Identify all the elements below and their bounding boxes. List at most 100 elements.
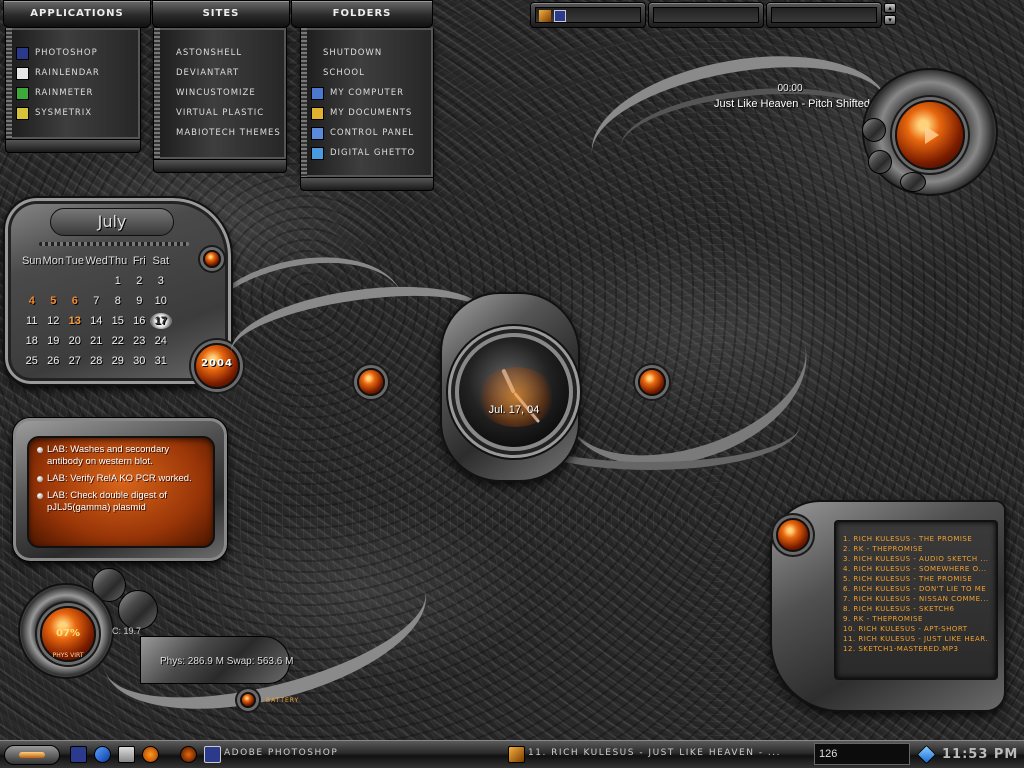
calendar-day[interactable]: 29 (107, 353, 129, 369)
playlist-item[interactable]: 12. Sketch1-mastered.mp3 (843, 644, 989, 654)
playlist-item[interactable]: 2. RK - ThePromise (843, 544, 989, 554)
calendar-day[interactable]: 22 (107, 333, 129, 349)
menu-item-mabiotech-themes[interactable]: Mabiotech Themes (160, 123, 282, 143)
internet-explorer-icon[interactable] (94, 746, 111, 763)
calendar-day[interactable]: 15 (107, 313, 129, 329)
winamp-icon[interactable] (180, 746, 197, 763)
network-tray-icon[interactable] (916, 744, 937, 765)
menu-footer (153, 159, 287, 173)
menu-item-sysmetrix[interactable]: Sysmetrix (12, 103, 136, 123)
photoshop-task-icon[interactable] (204, 746, 221, 763)
calendar-weekday: Sun (21, 255, 42, 267)
computer-icon[interactable] (118, 746, 135, 763)
calendar-day[interactable]: 23 (129, 333, 151, 349)
menu-item-virtual-plastic[interactable]: Virtual Plastic (160, 103, 282, 123)
task-slot-2[interactable] (648, 2, 764, 28)
taskbar-input[interactable] (814, 743, 910, 765)
calendar-day[interactable]: 10 (150, 293, 172, 309)
menu-item-rainmeter[interactable]: Rainmeter (12, 83, 136, 103)
calendar-day[interactable]: 11 (21, 313, 43, 329)
playlist-item[interactable]: 5. Rich Kulesus - The Promise (843, 574, 989, 584)
calendar-day[interactable]: 7 (86, 293, 108, 309)
active-window-title[interactable]: Adobe Photoshop (224, 748, 338, 758)
menu-item-label: My Computer (330, 88, 405, 98)
menu-item-digital-ghetto[interactable]: Digital Ghetto (307, 143, 429, 163)
now-playing-icon (508, 746, 525, 763)
player-next-button[interactable] (900, 172, 926, 192)
calendar-day[interactable]: 8 (107, 293, 129, 309)
restore-all-button[interactable]: ▾ (884, 15, 896, 25)
calendar-day[interactable]: 12 (43, 313, 65, 329)
calendar-day[interactable]: 24 (150, 333, 172, 349)
calendar-day[interactable]: 19 (43, 333, 65, 349)
player-stop-button[interactable] (868, 150, 892, 174)
calendar-empty-cell (21, 273, 43, 289)
calendar-day[interactable]: 28 (86, 353, 108, 369)
task-slot-inner (653, 7, 759, 23)
calendar-day[interactable]: 26 (43, 353, 65, 369)
playlist-orb[interactable] (776, 518, 810, 552)
task-slot-3[interactable] (766, 2, 882, 28)
menu-tab-folders[interactable]: Folders (291, 0, 433, 28)
task-slot-1[interactable] (530, 2, 646, 28)
start-button[interactable] (4, 745, 60, 765)
calendar-day[interactable]: 9 (129, 293, 151, 309)
start-icon (19, 752, 45, 758)
calendar-day[interactable]: 25 (21, 353, 43, 369)
menu-item-photoshop[interactable]: Photoshop (12, 43, 136, 63)
calendar-day[interactable]: 3 (150, 273, 172, 289)
menu-tab-applications[interactable]: Applications (3, 0, 151, 28)
note-item[interactable]: LAB: Verify RelA KO PCR worked. (37, 473, 205, 485)
calendar-weekday: Mon (42, 255, 64, 267)
cpu-usage: 07% (56, 628, 80, 639)
menu-item-label: Wincustomize (176, 88, 256, 98)
calendar-day[interactable]: 16 (129, 313, 151, 329)
clock-left-orb (357, 368, 385, 396)
menu-tab-sites[interactable]: Sites (152, 0, 290, 28)
note-item[interactable]: LAB: Check double digest of pJLJ5(gamma)… (37, 490, 205, 514)
calendar-day[interactable]: 31 (150, 353, 172, 369)
calendar-day[interactable]: 30 (129, 353, 151, 369)
menu-item-astonshell[interactable]: Astonshell (160, 43, 282, 63)
menu-item-label: School (323, 68, 365, 78)
calendar-weekday: Sat (152, 255, 169, 267)
playlist-item[interactable]: 6. Rich Kulesus - Don't Lie To Me (843, 584, 989, 594)
menu-item-control-panel[interactable]: Control Panel (307, 123, 429, 143)
calendar-day[interactable]: 27 (64, 353, 86, 369)
calendar-day[interactable]: 4 (21, 293, 43, 309)
calendar-day[interactable]: 5 (43, 293, 65, 309)
playlist-item[interactable]: 7. Rich Kulesus - Nissan Comme... (843, 594, 989, 604)
calendar-day[interactable]: 6 (64, 293, 86, 309)
calendar-day[interactable]: 13 (64, 313, 86, 329)
menu-item-my-computer[interactable]: My Computer (307, 83, 429, 103)
calendar-day[interactable]: 20 (64, 333, 86, 349)
calendar-day[interactable]: 21 (86, 333, 108, 349)
calendar-day[interactable]: 1 (107, 273, 129, 289)
calendar-day[interactable]: 14 (86, 313, 108, 329)
player-prev-button[interactable] (862, 118, 886, 142)
menu-item-shutdown[interactable]: Shutdown (307, 43, 429, 63)
playlist-item[interactable]: 3. Rich Kulesus - Audio Sketch ... (843, 554, 989, 564)
menu-item-my-documents[interactable]: My Documents (307, 103, 429, 123)
clock-face (455, 333, 573, 451)
playlist-item[interactable]: 1. Rich Kulesus - The Promise (843, 534, 989, 544)
playlist: 1. Rich Kulesus - The Promise 2. RK - The… (834, 520, 998, 680)
playlist-item[interactable]: 8. Rich Kulesus - Sketch6 (843, 604, 989, 614)
calendar-day[interactable]: 18 (21, 333, 43, 349)
minimize-all-button[interactable]: ▴ (884, 3, 896, 13)
calendar-day[interactable]: 17 (150, 313, 172, 329)
playlist-item[interactable]: 9. RK - ThePromise (843, 614, 989, 624)
player-play-button[interactable] (895, 100, 965, 170)
playlist-item[interactable]: 11. Rich Kulesus - Just Like Hear... (843, 634, 989, 644)
menu-item-deviantart[interactable]: Deviantart (160, 63, 282, 83)
firefox-icon[interactable] (142, 746, 159, 763)
note-item[interactable]: LAB: Washes and secondary antibody on we… (37, 444, 205, 468)
calendar-day[interactable]: 2 (129, 273, 151, 289)
menu-item-school[interactable]: School (307, 63, 429, 83)
menu-item-rainlendar[interactable]: Rainlendar (12, 63, 136, 83)
playlist-item[interactable]: 4. Rich Kulesus - Somewhere O... (843, 564, 989, 574)
playlist-item[interactable]: 10. Rich Kulesus - Apt-Short (843, 624, 989, 634)
photoshop-icon[interactable] (70, 746, 87, 763)
menu-item-wincustomize[interactable]: Wincustomize (160, 83, 282, 103)
calendar-grid: Sun Mon Tue Wed Thu Fri Sat 1 2 3 4 5 6 7 8 9 10 11 12 13 14… (21, 253, 172, 369)
